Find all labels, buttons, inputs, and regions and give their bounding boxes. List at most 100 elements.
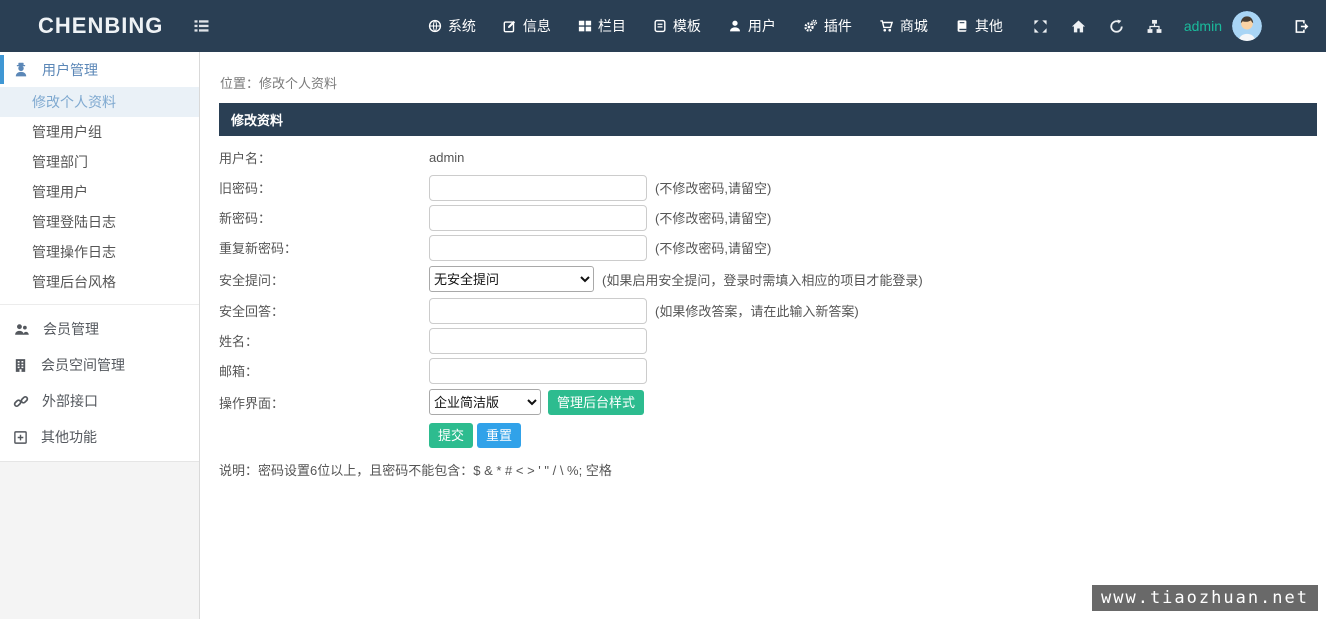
name-field[interactable] xyxy=(429,328,647,354)
sidebar-section-label: 会员管理 xyxy=(43,319,99,339)
top-nav-menu: 系统 信息 栏目 模板 用户 插件 商城 其他 xyxy=(428,16,1003,36)
sitemap-button[interactable] xyxy=(1147,19,1162,34)
sidebar-item-user-groups[interactable]: 管理用户组 xyxy=(0,117,199,147)
sidebar-section-members[interactable]: 会员管理 xyxy=(0,311,199,347)
nav-item-plugins[interactable]: 插件 xyxy=(803,16,852,36)
sign-out-icon xyxy=(1294,19,1310,34)
sidebar-section-member-space[interactable]: 会员空间管理 xyxy=(0,347,199,383)
form-row-actions: 提交 重置 xyxy=(219,422,1317,449)
security-answer-label: 安全回答： xyxy=(219,301,429,320)
reset-button[interactable]: 重置 xyxy=(477,423,521,448)
globe-icon xyxy=(428,19,442,33)
nav-item-users[interactable]: 用户 xyxy=(728,16,776,36)
refresh-button[interactable] xyxy=(1109,19,1124,34)
form-row-email: 邮箱： xyxy=(219,357,1317,384)
refresh-icon xyxy=(1109,19,1124,34)
sitemap-icon xyxy=(1147,19,1162,34)
sidebar-divider xyxy=(0,297,199,305)
form-row-ui: 操作界面： 企业简洁版 管理后台样式 xyxy=(219,387,1317,417)
panel-title: 修改资料 xyxy=(219,103,1317,136)
form-row-repeat-password: 重复新密码： (不修改密码,请留空) xyxy=(219,234,1317,261)
nav-item-columns[interactable]: 栏目 xyxy=(578,16,626,36)
email-label: 邮箱： xyxy=(219,361,429,380)
sidebar-item-login-logs[interactable]: 管理登陆日志 xyxy=(0,207,199,237)
security-answer-hint: (如果修改答案，请在此输入新答案) xyxy=(655,301,859,320)
form-row-username: 用户名： admin xyxy=(219,144,1317,171)
avatar-image xyxy=(1232,11,1262,41)
top-navbar: CHENBING 系统 信息 栏目 模板 用户 插件 商城 xyxy=(0,0,1326,52)
security-question-label: 安全提问： xyxy=(219,270,429,289)
form-row-new-password: 新密码： (不修改密码,请留空) xyxy=(219,204,1317,231)
nav-item-mall[interactable]: 商城 xyxy=(879,16,928,36)
quick-actions xyxy=(1033,19,1162,34)
building-icon xyxy=(13,358,28,373)
nav-item-label: 其他 xyxy=(975,16,1003,36)
form-row-name: 姓名： xyxy=(219,327,1317,354)
profile-form: 用户名： admin 旧密码： (不修改密码,请留空) 新密码： (不修改密码,… xyxy=(219,136,1317,479)
nav-item-label: 商城 xyxy=(900,16,928,36)
nav-item-other[interactable]: 其他 xyxy=(955,16,1003,36)
plus-square-icon xyxy=(13,430,28,445)
nav-item-info[interactable]: 信息 xyxy=(503,16,551,36)
nav-item-label: 栏目 xyxy=(598,16,626,36)
menu-toggle-button[interactable] xyxy=(193,18,210,34)
old-password-label: 旧密码： xyxy=(219,178,429,197)
list-icon xyxy=(193,18,210,34)
security-question-hint: (如果启用安全提问，登录时需填入相应的项目才能登录) xyxy=(602,270,923,289)
breadcrumb: 位置：修改个人资料 xyxy=(220,73,1317,92)
username-field-label: 用户名： xyxy=(219,148,429,167)
repeat-password-field[interactable] xyxy=(429,235,647,261)
grid-icon xyxy=(578,19,592,33)
name-label: 姓名： xyxy=(219,331,429,350)
security-answer-field[interactable] xyxy=(429,298,647,324)
nav-item-label: 模板 xyxy=(673,16,701,36)
fullscreen-button[interactable] xyxy=(1033,19,1048,34)
home-button[interactable] xyxy=(1071,19,1086,34)
brand-logo[interactable]: CHENBING xyxy=(38,13,163,39)
edit-icon xyxy=(503,19,517,33)
repeat-password-label: 重复新密码： xyxy=(219,238,429,257)
members-icon xyxy=(13,322,30,337)
username-value: admin xyxy=(429,150,464,165)
logout-button[interactable] xyxy=(1294,19,1310,34)
sidebar-item-users[interactable]: 管理用户 xyxy=(0,177,199,207)
sidebar-menu: 用户管理 修改个人资料 管理用户组 管理部门 管理用户 管理登陆日志 管理操作日… xyxy=(0,52,199,462)
submit-button[interactable]: 提交 xyxy=(429,423,473,448)
sidebar-item-edit-profile[interactable]: 修改个人资料 xyxy=(0,87,199,117)
sidebar-section-external-api[interactable]: 外部接口 xyxy=(0,383,199,419)
nav-item-label: 信息 xyxy=(523,16,551,36)
ui-label: 操作界面： xyxy=(219,393,429,412)
home-icon xyxy=(1071,19,1086,34)
sidebar-section-user-management[interactable]: 用户管理 xyxy=(0,52,199,87)
sidebar-item-operation-logs[interactable]: 管理操作日志 xyxy=(0,237,199,267)
sidebar-section-label: 会员空间管理 xyxy=(41,355,125,375)
sidebar-item-backend-style[interactable]: 管理后台风格 xyxy=(0,267,199,297)
watermark: www.tiaozhuan.net xyxy=(1092,585,1318,611)
new-password-hint: (不修改密码,请留空) xyxy=(655,208,771,227)
sidebar-item-departments[interactable]: 管理部门 xyxy=(0,147,199,177)
email-field[interactable] xyxy=(429,358,647,384)
user-icon xyxy=(728,19,742,33)
expand-icon xyxy=(1033,19,1048,34)
book-icon xyxy=(955,19,969,33)
sidebar-section-other-functions[interactable]: 其他功能 xyxy=(0,419,199,455)
new-password-label: 新密码： xyxy=(219,208,429,227)
repeat-password-hint: (不修改密码,请留空) xyxy=(655,238,771,257)
password-rules-note: 说明：密码设置6位以上，且密码不能包含：$ & * # < > ' " / \ … xyxy=(219,460,1317,479)
backend-style-button[interactable]: 管理后台样式 xyxy=(548,390,644,415)
form-row-security-question: 安全提问： 无安全提问 (如果启用安全提问，登录时需填入相应的项目才能登录) xyxy=(219,264,1317,294)
avatar[interactable] xyxy=(1232,11,1262,41)
security-question-select[interactable]: 无安全提问 xyxy=(429,266,594,292)
nav-item-system[interactable]: 系统 xyxy=(428,16,476,36)
old-password-field[interactable] xyxy=(429,175,647,201)
sidebar-section-label: 用户管理 xyxy=(42,60,98,80)
sidebar-section-label: 其他功能 xyxy=(41,427,97,447)
cart-icon xyxy=(879,19,894,33)
username-label[interactable]: admin xyxy=(1184,18,1222,34)
new-password-field[interactable] xyxy=(429,205,647,231)
user-menu: admin xyxy=(1184,11,1262,41)
admin-user-icon xyxy=(13,62,29,78)
link-icon xyxy=(13,394,29,409)
nav-item-templates[interactable]: 模板 xyxy=(653,16,701,36)
ui-select[interactable]: 企业简洁版 xyxy=(429,389,541,415)
